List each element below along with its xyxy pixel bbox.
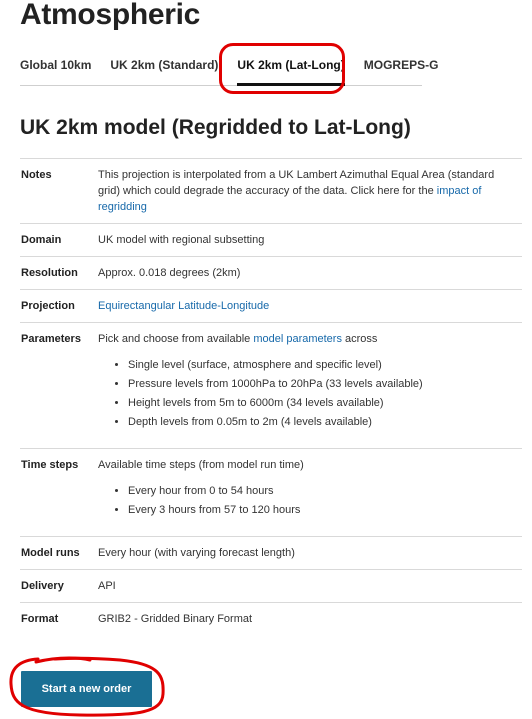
spec-value: Equirectangular Latitude-Longitude	[97, 290, 522, 322]
spec-value: Every hour (with varying forecast length…	[98, 547, 295, 559]
spec-table: Notes This projection is interpolated fr…	[20, 158, 522, 635]
spec-value: Pick and choose from available model par…	[97, 323, 522, 448]
page-title: Atmospheric	[20, 0, 201, 31]
list-item: Height levels from 5m to 6000m (34 level…	[128, 395, 516, 411]
parameters-intro-end: across	[345, 333, 378, 345]
spec-row-time-steps: Time steps Available time steps (from mo…	[20, 448, 522, 536]
list-item: Every 3 hours from 57 to 120 hours	[128, 502, 516, 518]
spec-row-resolution: Resolution Approx. 0.018 degrees (2km)	[20, 256, 522, 289]
parameters-intro: Pick and choose from available	[98, 333, 251, 345]
projection-link[interactable]: Equirectangular Latitude-Longitude	[98, 300, 269, 312]
spec-row-domain: Domain UK model with regional subsetting	[20, 223, 522, 256]
spec-value: UK model with regional subsetting	[98, 234, 265, 246]
spec-value: GRIB2 - Gridded Binary Format	[98, 613, 253, 625]
spec-row-notes: Notes This projection is interpolated fr…	[20, 158, 522, 223]
spec-label: Resolution	[21, 267, 78, 279]
spec-label: Model runs	[21, 547, 80, 559]
spec-row-projection: Projection Equirectangular Latitude-Long…	[20, 289, 522, 322]
spec-row-format: Format GRIB2 - Gridded Binary Format	[20, 602, 522, 635]
spec-value: Available time steps (from model run tim…	[97, 449, 522, 536]
time-steps-list: Every hour from 0 to 54 hours Every 3 ho…	[98, 483, 516, 518]
model-heading: UK 2km model (Regridded to Lat-Long)	[20, 116, 411, 139]
tab-global-10km[interactable]: Global 10km	[20, 45, 91, 85]
spec-label: Parameters	[21, 333, 81, 345]
tab-uk-2km-lat-long[interactable]: UK 2km (Lat-Long)	[237, 47, 345, 86]
model-parameters-link[interactable]: model parameters	[253, 333, 342, 345]
spec-row-model-runs: Model runs Every hour (with varying fore…	[20, 536, 522, 569]
list-item: Single level (surface, atmosphere and sp…	[128, 357, 516, 373]
spec-label: Delivery	[21, 580, 64, 592]
tab-uk-2km-standard[interactable]: UK 2km (Standard)	[110, 45, 218, 85]
list-item: Pressure levels from 1000hPa to 20hPa (3…	[128, 376, 516, 392]
list-item: Depth levels from 0.05m to 2m (4 levels …	[128, 414, 516, 430]
notes-text: This projection is interpolated from a U…	[98, 169, 495, 197]
page: Atmospheric Global 10km UK 2km (Standard…	[0, 0, 532, 719]
model-tabs: Global 10km UK 2km (Standard) UK 2km (La…	[20, 44, 438, 86]
spec-row-parameters: Parameters Pick and choose from availabl…	[20, 322, 522, 448]
time-steps-intro: Available time steps (from model run tim…	[98, 459, 304, 471]
spec-value: Approx. 0.018 degrees (2km)	[98, 267, 241, 279]
spec-label: Time steps	[21, 459, 79, 471]
spec-label: Notes	[21, 169, 52, 181]
spec-label: Format	[21, 613, 59, 625]
parameters-list: Single level (surface, atmosphere and sp…	[98, 357, 516, 430]
start-new-order-button[interactable]: Start a new order	[21, 671, 152, 707]
tab-mogreps-g[interactable]: MOGREPS-G	[364, 45, 439, 85]
spec-label: Domain	[21, 234, 62, 246]
spec-row-delivery: Delivery API	[20, 569, 522, 602]
spec-label: Projection	[21, 300, 75, 312]
list-item: Every hour from 0 to 54 hours	[128, 483, 516, 499]
spec-value: This projection is interpolated from a U…	[97, 159, 522, 223]
spec-value: API	[98, 580, 116, 592]
